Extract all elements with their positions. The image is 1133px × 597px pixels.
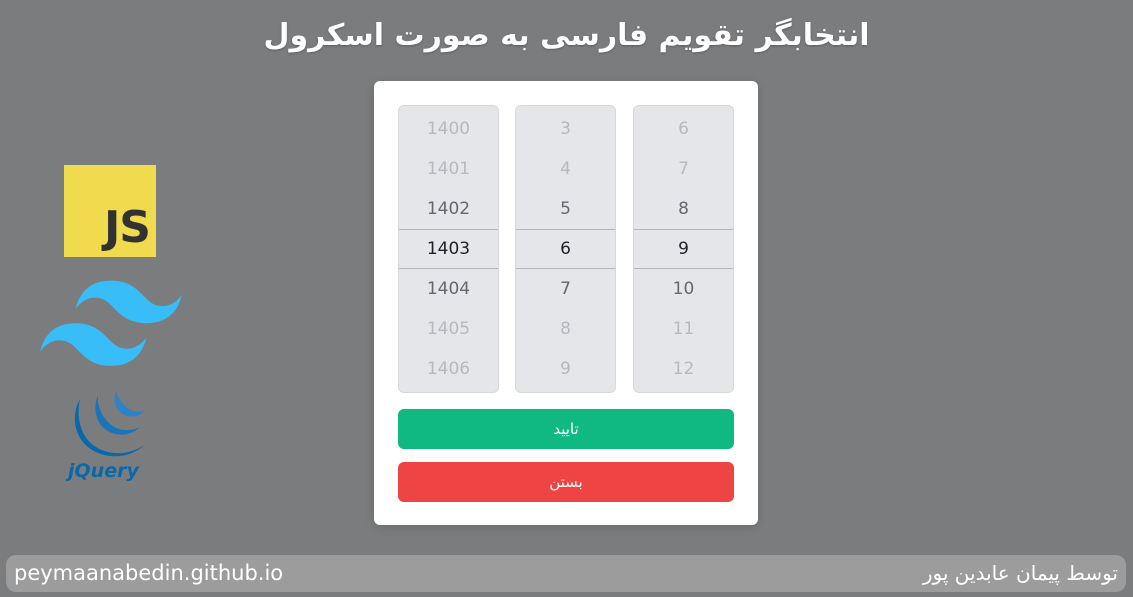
year-option[interactable]: 1406: [399, 349, 498, 389]
tailwind-logo: [40, 280, 182, 366]
month-option[interactable]: 8: [516, 309, 615, 349]
year-option-selected[interactable]: 1403: [399, 229, 498, 269]
close-button[interactable]: بستن: [398, 462, 734, 502]
picker-columns: 1400 1401 1402 1403 1404 1405 1406 3 4 5…: [398, 105, 734, 393]
footer-author: توسط پیمان عابدین پور: [922, 561, 1118, 585]
month-option[interactable]: 9: [516, 349, 615, 389]
day-option-selected[interactable]: 9: [634, 229, 733, 269]
jquery-logo-text: jQuery: [65, 460, 140, 482]
footer-url-link[interactable]: peymaanabedin.github.io: [14, 555, 283, 592]
year-option[interactable]: 1404: [399, 269, 498, 309]
month-option[interactable]: 3: [516, 109, 615, 149]
day-option[interactable]: 11: [634, 309, 733, 349]
page-title: انتخابگر تقویم فارسی به صورت اسکرول: [263, 18, 870, 53]
month-option[interactable]: 5: [516, 189, 615, 229]
jquery-logo: jQuery: [65, 391, 144, 482]
year-option[interactable]: 1405: [399, 309, 498, 349]
year-option[interactable]: 1401: [399, 149, 498, 189]
day-option[interactable]: 7: [634, 149, 733, 189]
day-column[interactable]: 6 7 8 9 10 11 12: [633, 105, 734, 393]
confirm-button[interactable]: تایید: [398, 409, 734, 449]
month-option[interactable]: 7: [516, 269, 615, 309]
javascript-logo-text: JS: [103, 202, 151, 253]
day-option[interactable]: 6: [634, 109, 733, 149]
year-option[interactable]: 1402: [399, 189, 498, 229]
month-option-selected[interactable]: 6: [516, 229, 615, 269]
javascript-logo: JS: [64, 165, 156, 257]
year-option[interactable]: 1400: [399, 109, 498, 149]
footer-bar: peymaanabedin.github.io توسط پیمان عابدی…: [6, 555, 1126, 592]
month-option[interactable]: 4: [516, 149, 615, 189]
month-column[interactable]: 3 4 5 6 7 8 9: [515, 105, 616, 393]
year-column[interactable]: 1400 1401 1402 1403 1404 1405 1406: [398, 105, 499, 393]
day-option[interactable]: 10: [634, 269, 733, 309]
date-picker-card: 1400 1401 1402 1403 1404 1405 1406 3 4 5…: [374, 81, 758, 525]
day-option[interactable]: 8: [634, 189, 733, 229]
day-option[interactable]: 12: [634, 349, 733, 389]
